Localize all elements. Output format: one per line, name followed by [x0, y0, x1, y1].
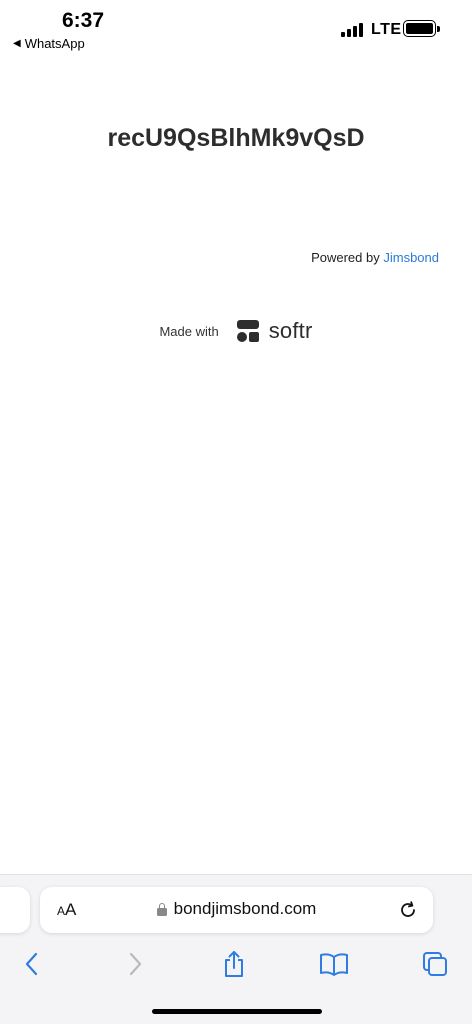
powered-by-link[interactable]: Jimsbond — [383, 250, 439, 265]
clock-time: 6:37 — [62, 9, 105, 32]
network-type: LTE — [371, 21, 402, 38]
home-indicator — [152, 1009, 322, 1014]
back-app-label: WhatsApp — [24, 36, 85, 51]
share-button[interactable] — [216, 947, 252, 981]
forward-button[interactable] — [117, 947, 153, 981]
softr-logo-icon — [236, 320, 259, 342]
made-with-label: Made with — [159, 323, 219, 339]
previous-tab-card[interactable] — [0, 887, 30, 933]
url-display[interactable]: bondjimsbond.com — [40, 899, 433, 919]
chevron-right-icon — [129, 952, 142, 976]
lock-icon — [156, 902, 167, 916]
softr-wordmark: softr — [268, 318, 313, 343]
powered-by-prefix: Powered by — [311, 250, 380, 265]
share-icon — [225, 951, 243, 977]
reload-icon[interactable] — [397, 899, 419, 921]
safari-bottom-bar: AA bondjimsbond.com — [0, 874, 472, 1024]
address-bar[interactable]: AA bondjimsbond.com — [40, 887, 433, 933]
signal-strength-icon — [341, 23, 363, 37]
tabs-icon — [423, 952, 447, 976]
tabs-button[interactable] — [417, 947, 453, 981]
book-icon — [320, 953, 348, 976]
screen: 6:37 ◀ WhatsApp LTE recU9QsBlhMk9vQsD Po… — [0, 0, 472, 1024]
battery-icon — [403, 20, 440, 37]
powered-by: Powered by Jimsbond — [311, 250, 439, 265]
status-bar: 6:37 ◀ WhatsApp LTE — [0, 0, 472, 60]
back-triangle-icon: ◀ — [13, 38, 21, 49]
page-title: recU9QsBlhMk9vQsD — [107, 124, 365, 152]
url-text: bondjimsbond.com — [173, 899, 317, 918]
chevron-left-icon — [25, 952, 38, 976]
back-to-app-link[interactable]: ◀ WhatsApp — [13, 36, 85, 51]
back-button[interactable] — [14, 947, 50, 981]
made-with-softr-badge[interactable]: Made with softr — [0, 318, 472, 344]
safari-toolbar — [0, 947, 472, 987]
bookmarks-button[interactable] — [316, 947, 352, 981]
